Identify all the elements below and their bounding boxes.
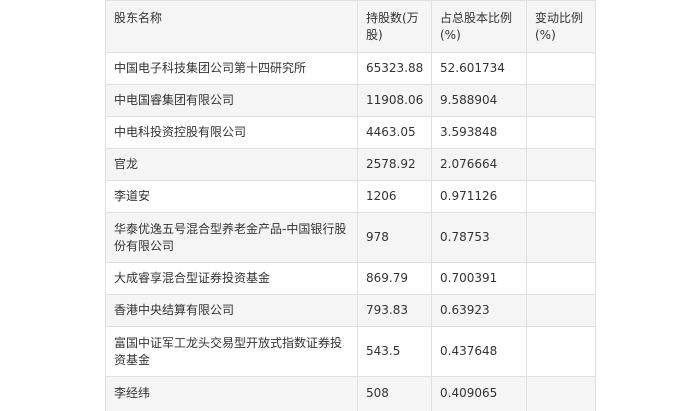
cell-shareholder-name: 香港中央结算有限公司 xyxy=(105,294,358,327)
cell-shareholder-name: 中电国睿集团有限公司 xyxy=(105,84,358,117)
cell-change-ratio xyxy=(526,116,596,149)
cell-share-ratio: 0.63923 xyxy=(431,294,527,327)
cell-share-ratio: 0.437648 xyxy=(431,326,527,377)
cell-shares-held: 1206 xyxy=(357,180,432,213)
table-row: 香港中央结算有限公司 793.83 0.63923 xyxy=(105,294,596,327)
header-change-ratio: 变动比例(%) xyxy=(526,0,596,53)
cell-shares-held: 978 xyxy=(357,212,432,263)
cell-shareholder-name: 官龙 xyxy=(105,148,358,181)
top-shareholders-table: 股东名称 持股数(万股) 占总股本比例(%) 变动比例(%) 中国电子科技集团公… xyxy=(105,0,596,411)
table-row: 官龙 2578.92 2.076664 xyxy=(105,148,596,181)
cell-shareholder-name: 华泰优逸五号混合型养老金产品-中国银行股份有限公司 xyxy=(105,212,358,263)
cell-share-ratio: 2.076664 xyxy=(431,148,527,181)
cell-shares-held: 4463.05 xyxy=(357,116,432,149)
table-row: 大成睿享混合型证券投资基金 869.79 0.700391 xyxy=(105,262,596,295)
cell-change-ratio xyxy=(526,294,596,327)
cell-change-ratio xyxy=(526,84,596,117)
table-row: 李经纬 508 0.409065 xyxy=(105,376,596,411)
shareholder-table-container: 股东名称 持股数(万股) 占总股本比例(%) 变动比例(%) 中国电子科技集团公… xyxy=(105,0,596,411)
cell-shares-held: 793.83 xyxy=(357,294,432,327)
cell-shareholder-name: 大成睿享混合型证券投资基金 xyxy=(105,262,358,295)
cell-shares-held: 11908.06 xyxy=(357,84,432,117)
cell-share-ratio: 0.700391 xyxy=(431,262,527,295)
cell-change-ratio xyxy=(526,180,596,213)
cell-change-ratio xyxy=(526,52,596,85)
table-row: 中电科投资控股有限公司 4463.05 3.593848 xyxy=(105,116,596,149)
cell-shares-held: 2578.92 xyxy=(357,148,432,181)
header-shares-held: 持股数(万股) xyxy=(357,0,432,53)
cell-share-ratio: 3.593848 xyxy=(431,116,527,149)
table-header-row: 股东名称 持股数(万股) 占总股本比例(%) 变动比例(%) xyxy=(105,0,596,53)
cell-shareholder-name: 中国电子科技集团公司第十四研究所 xyxy=(105,52,358,85)
cell-change-ratio xyxy=(526,148,596,181)
table-row: 中电国睿集团有限公司 11908.06 9.588904 xyxy=(105,84,596,117)
cell-shareholder-name: 富国中证军工龙头交易型开放式指数证券投资基金 xyxy=(105,326,358,377)
cell-change-ratio xyxy=(526,326,596,377)
cell-shareholder-name: 中电科投资控股有限公司 xyxy=(105,116,358,149)
table-row: 李道安 1206 0.971126 xyxy=(105,180,596,213)
cell-shareholder-name: 李道安 xyxy=(105,180,358,213)
table-row: 华泰优逸五号混合型养老金产品-中国银行股份有限公司 978 0.78753 xyxy=(105,212,596,263)
cell-shares-held: 869.79 xyxy=(357,262,432,295)
cell-share-ratio: 9.588904 xyxy=(431,84,527,117)
cell-share-ratio: 0.409065 xyxy=(431,376,527,411)
cell-shareholder-name: 李经纬 xyxy=(105,376,358,411)
cell-change-ratio xyxy=(526,212,596,263)
cell-change-ratio xyxy=(526,376,596,411)
cell-shares-held: 543.5 xyxy=(357,326,432,377)
cell-share-ratio: 0.78753 xyxy=(431,212,527,263)
cell-change-ratio xyxy=(526,262,596,295)
header-shareholder-name: 股东名称 xyxy=(105,0,358,53)
cell-share-ratio: 52.601734 xyxy=(431,52,527,85)
cell-shares-held: 65323.88 xyxy=(357,52,432,85)
header-share-ratio: 占总股本比例(%) xyxy=(431,0,527,53)
cell-shares-held: 508 xyxy=(357,376,432,411)
cell-share-ratio: 0.971126 xyxy=(431,180,527,213)
table-row: 富国中证军工龙头交易型开放式指数证券投资基金 543.5 0.437648 xyxy=(105,326,596,377)
table-row: 中国电子科技集团公司第十四研究所 65323.88 52.601734 xyxy=(105,52,596,85)
